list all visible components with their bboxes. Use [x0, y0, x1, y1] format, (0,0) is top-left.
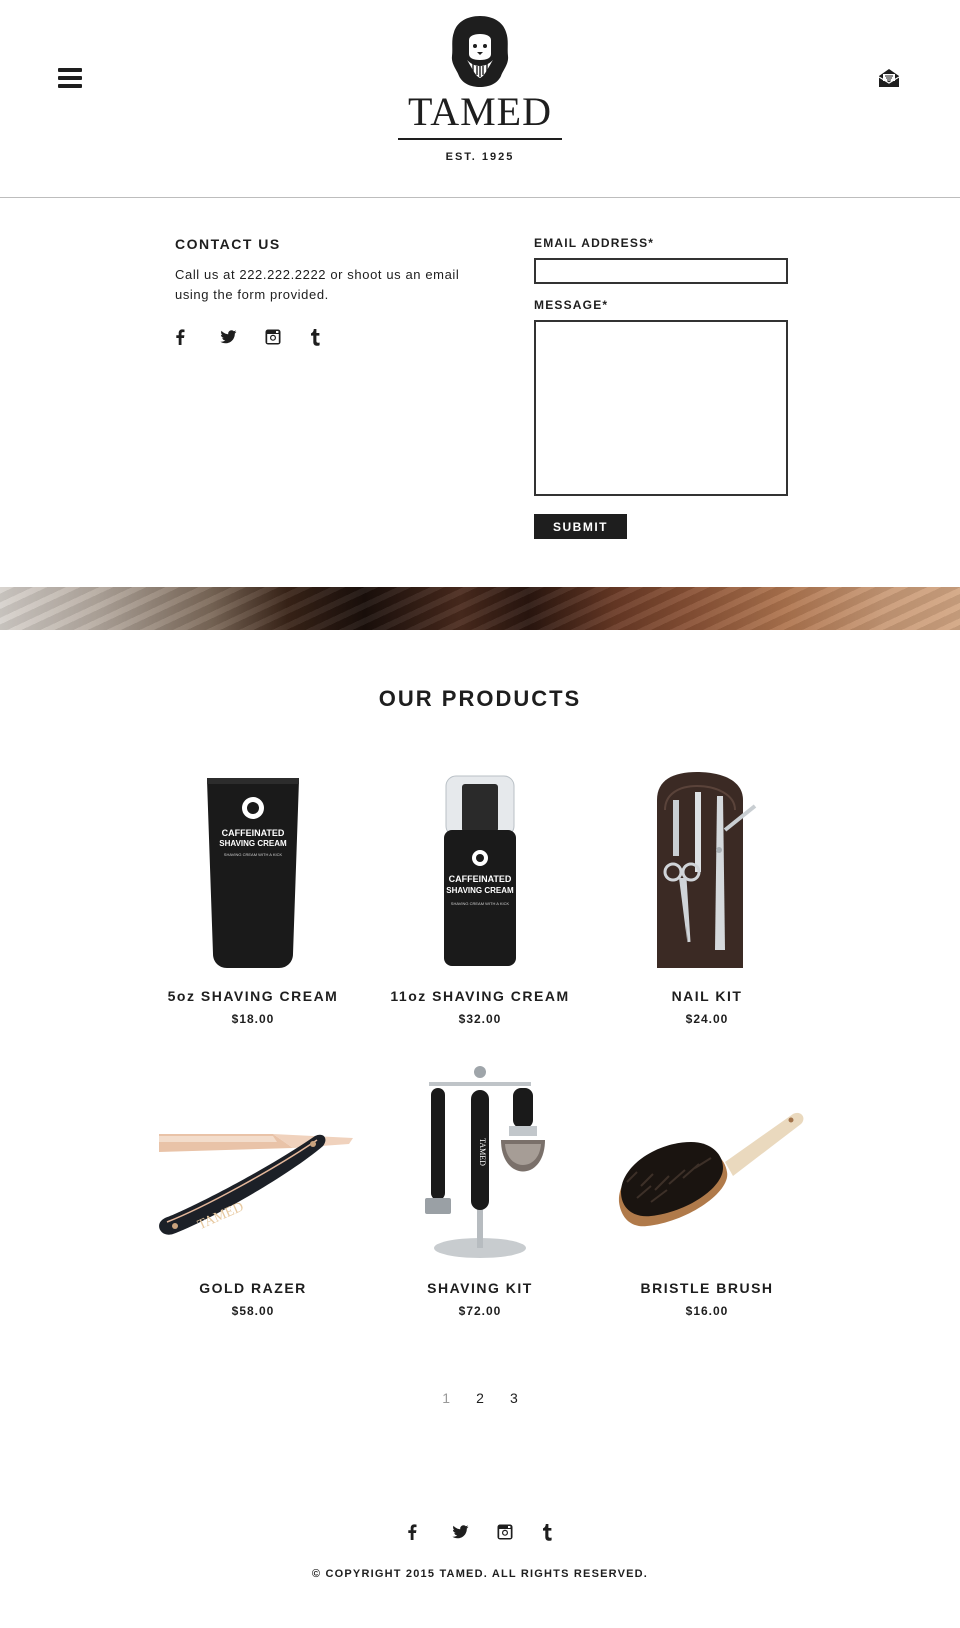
products-heading: OUR PRODUCTS	[378, 686, 582, 711]
product-name: NAIL KIT	[671, 988, 743, 1004]
svg-text:CAFFEINATED: CAFFEINATED	[449, 874, 512, 884]
product-image	[593, 770, 821, 970]
hamburger-menu-icon[interactable]	[58, 68, 82, 88]
lion-head-icon	[451, 16, 509, 87]
product-image: CAFFEINATED SHAVING CREAM SHAVING CREAM …	[139, 770, 367, 970]
contact-social-links	[175, 327, 465, 347]
envelope-open-icon[interactable]	[878, 67, 900, 89]
product-card[interactable]: TAMED GOLD RAZER $58.00	[139, 1062, 367, 1318]
product-name: SHAVING KIT	[427, 1280, 533, 1296]
product-card[interactable]: TAMED SHAVING KIT $72.00	[366, 1062, 594, 1318]
product-price: $32.00	[458, 1012, 502, 1026]
instagram-icon[interactable]	[265, 327, 310, 347]
product-name: 11oz SHAVING CREAM	[390, 988, 570, 1004]
message-field[interactable]	[534, 320, 788, 496]
copyright-text: © COPYRIGHT 2015 TAMED. ALL RIGHTS RESER…	[311, 1568, 649, 1580]
page-link-2[interactable]: 2	[465, 1390, 495, 1406]
twitter-icon[interactable]	[452, 1522, 497, 1542]
brand-tagline: EST. 1925	[445, 151, 515, 163]
site-header: TAMED EST. 1925	[0, 0, 960, 198]
contact-info: CONTACT US Call us at 222.222.2222 or sh…	[175, 236, 465, 347]
product-card[interactable]: NAIL KIT $24.00	[593, 770, 821, 1026]
svg-text:SHAVING CREAM WITH A KICK: SHAVING CREAM WITH A KICK	[451, 901, 510, 906]
product-price: $72.00	[458, 1304, 502, 1318]
svg-text:SHAVING CREAM: SHAVING CREAM	[219, 839, 287, 848]
product-price: $16.00	[685, 1304, 729, 1318]
footer-social-links	[407, 1522, 587, 1542]
facebook-icon[interactable]	[175, 327, 220, 347]
contact-text: Call us at 222.222.2222 or shoot us an e…	[175, 267, 460, 302]
svg-text:TAMED: TAMED	[478, 1138, 487, 1166]
instagram-icon[interactable]	[497, 1522, 542, 1542]
product-image	[593, 1062, 821, 1262]
product-price: $18.00	[231, 1012, 275, 1026]
facebook-icon[interactable]	[407, 1522, 452, 1542]
email-label: EMAIL ADDRESS*	[534, 236, 655, 250]
product-image: TAMED	[366, 1062, 594, 1262]
contact-form: EMAIL ADDRESS* MESSAGE* SUBMIT	[534, 236, 788, 539]
logo-divider	[398, 138, 562, 140]
twitter-icon[interactable]	[220, 327, 265, 347]
brand-name: TAMED	[407, 89, 552, 134]
product-name: GOLD RAZER	[199, 1280, 307, 1296]
brand-logo[interactable]: TAMED EST. 1925	[398, 14, 562, 174]
product-image: CAFFEINATED SHAVING CREAM SHAVING CREAM …	[366, 770, 594, 970]
product-price: $24.00	[685, 1012, 729, 1026]
product-card[interactable]: BRISTLE BRUSH $16.00	[593, 1062, 821, 1318]
submit-button[interactable]: SUBMIT	[534, 514, 627, 539]
page-link-3[interactable]: 3	[499, 1390, 529, 1406]
pagination: 1 2 3	[0, 1390, 960, 1406]
banner-image	[0, 587, 960, 630]
product-card[interactable]: CAFFEINATED SHAVING CREAM SHAVING CREAM …	[139, 770, 367, 1026]
product-name: 5oz SHAVING CREAM	[167, 988, 339, 1004]
email-field[interactable]	[534, 258, 788, 284]
message-label: MESSAGE*	[534, 298, 609, 312]
tumblr-icon[interactable]	[542, 1522, 587, 1542]
product-image: TAMED	[139, 1062, 367, 1262]
product-card[interactable]: CAFFEINATED SHAVING CREAM SHAVING CREAM …	[366, 770, 594, 1026]
svg-text:CAFFEINATED: CAFFEINATED	[222, 828, 285, 838]
svg-text:SHAVING CREAM: SHAVING CREAM	[446, 886, 514, 895]
contact-title: CONTACT US	[175, 236, 281, 252]
tumblr-icon[interactable]	[310, 327, 355, 347]
page-link-1[interactable]: 1	[431, 1390, 461, 1406]
product-price: $58.00	[231, 1304, 275, 1318]
product-name: BRISTLE BRUSH	[640, 1280, 774, 1296]
svg-text:SHAVING CREAM WITH A KICK: SHAVING CREAM WITH A KICK	[224, 852, 283, 857]
